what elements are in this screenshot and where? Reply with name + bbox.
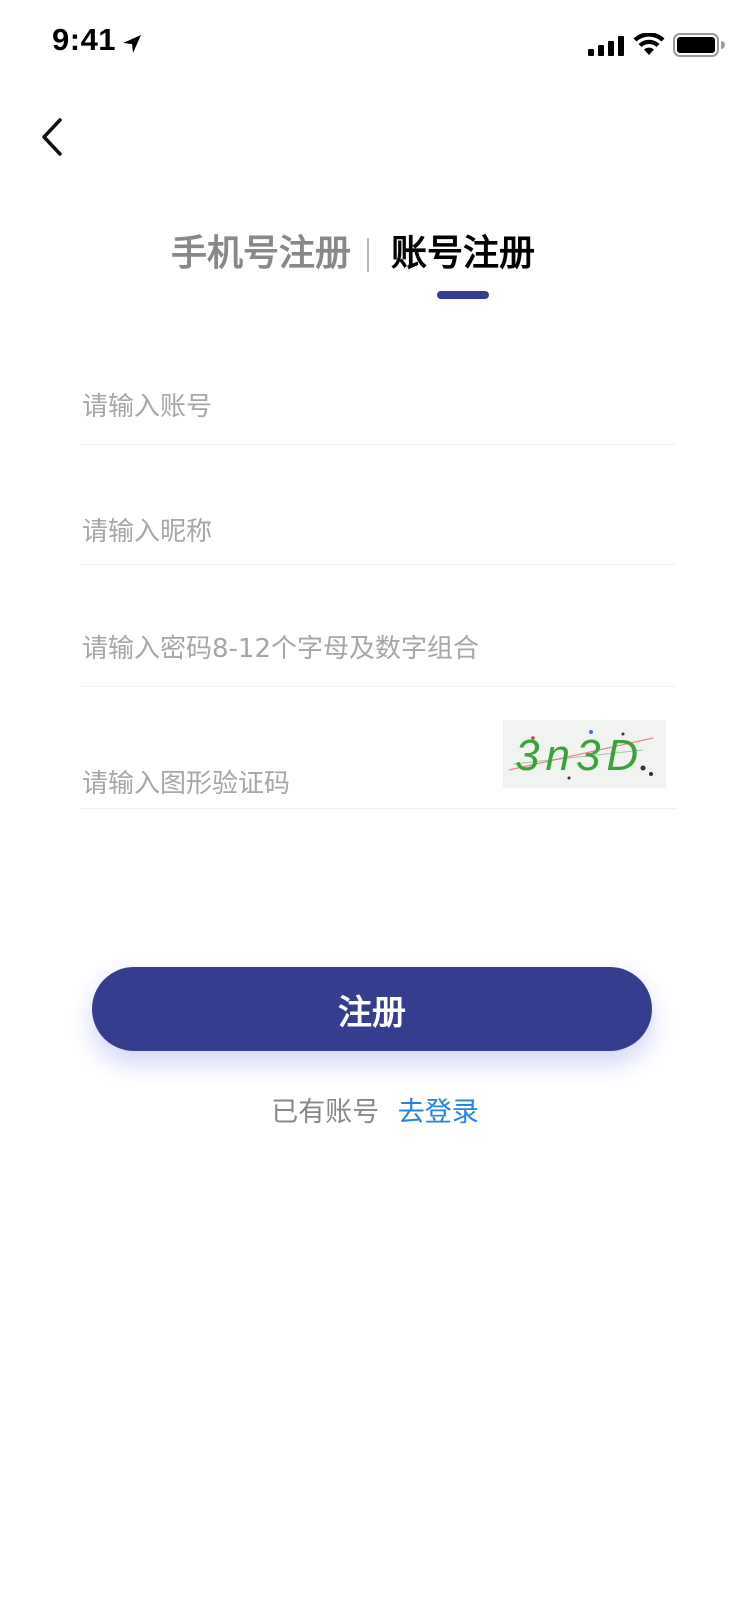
status-bar: 9:41: [0, 0, 750, 90]
wifi-icon: [633, 33, 665, 55]
captcha-input[interactable]: [82, 764, 482, 804]
login-prompt: 已有账号: [271, 1097, 380, 1128]
nickname-field: [80, 500, 676, 565]
status-time: 9:41: [52, 22, 117, 57]
captcha-graphic: 3n3D: [508, 730, 654, 780]
location-arrow-icon: [123, 35, 141, 53]
battery-icon: [673, 33, 725, 57]
login-row: 已有账号 去登录: [0, 1090, 750, 1129]
account-input[interactable]: [82, 387, 582, 427]
register-button[interactable]: 注册: [92, 967, 652, 1051]
nickname-input[interactable]: [82, 512, 582, 552]
account-field: [80, 370, 676, 445]
tab-divider: [367, 238, 369, 272]
password-input[interactable]: [82, 629, 642, 669]
captcha-field: 3n3D: [80, 716, 676, 809]
active-tab-indicator: [437, 291, 489, 299]
go-login-link[interactable]: 去登录: [398, 1097, 479, 1128]
back-button[interactable]: [36, 112, 76, 162]
chevron-left-icon: [42, 118, 62, 156]
tab-phone-register[interactable]: 手机号注册: [171, 228, 351, 280]
register-tabs: 手机号注册 账号注册: [0, 228, 750, 299]
captcha-image[interactable]: 3n3D: [503, 720, 666, 788]
password-field: [80, 610, 676, 687]
cellular-signal-icon: [588, 36, 624, 56]
tab-account-register[interactable]: 账号注册: [391, 228, 535, 280]
